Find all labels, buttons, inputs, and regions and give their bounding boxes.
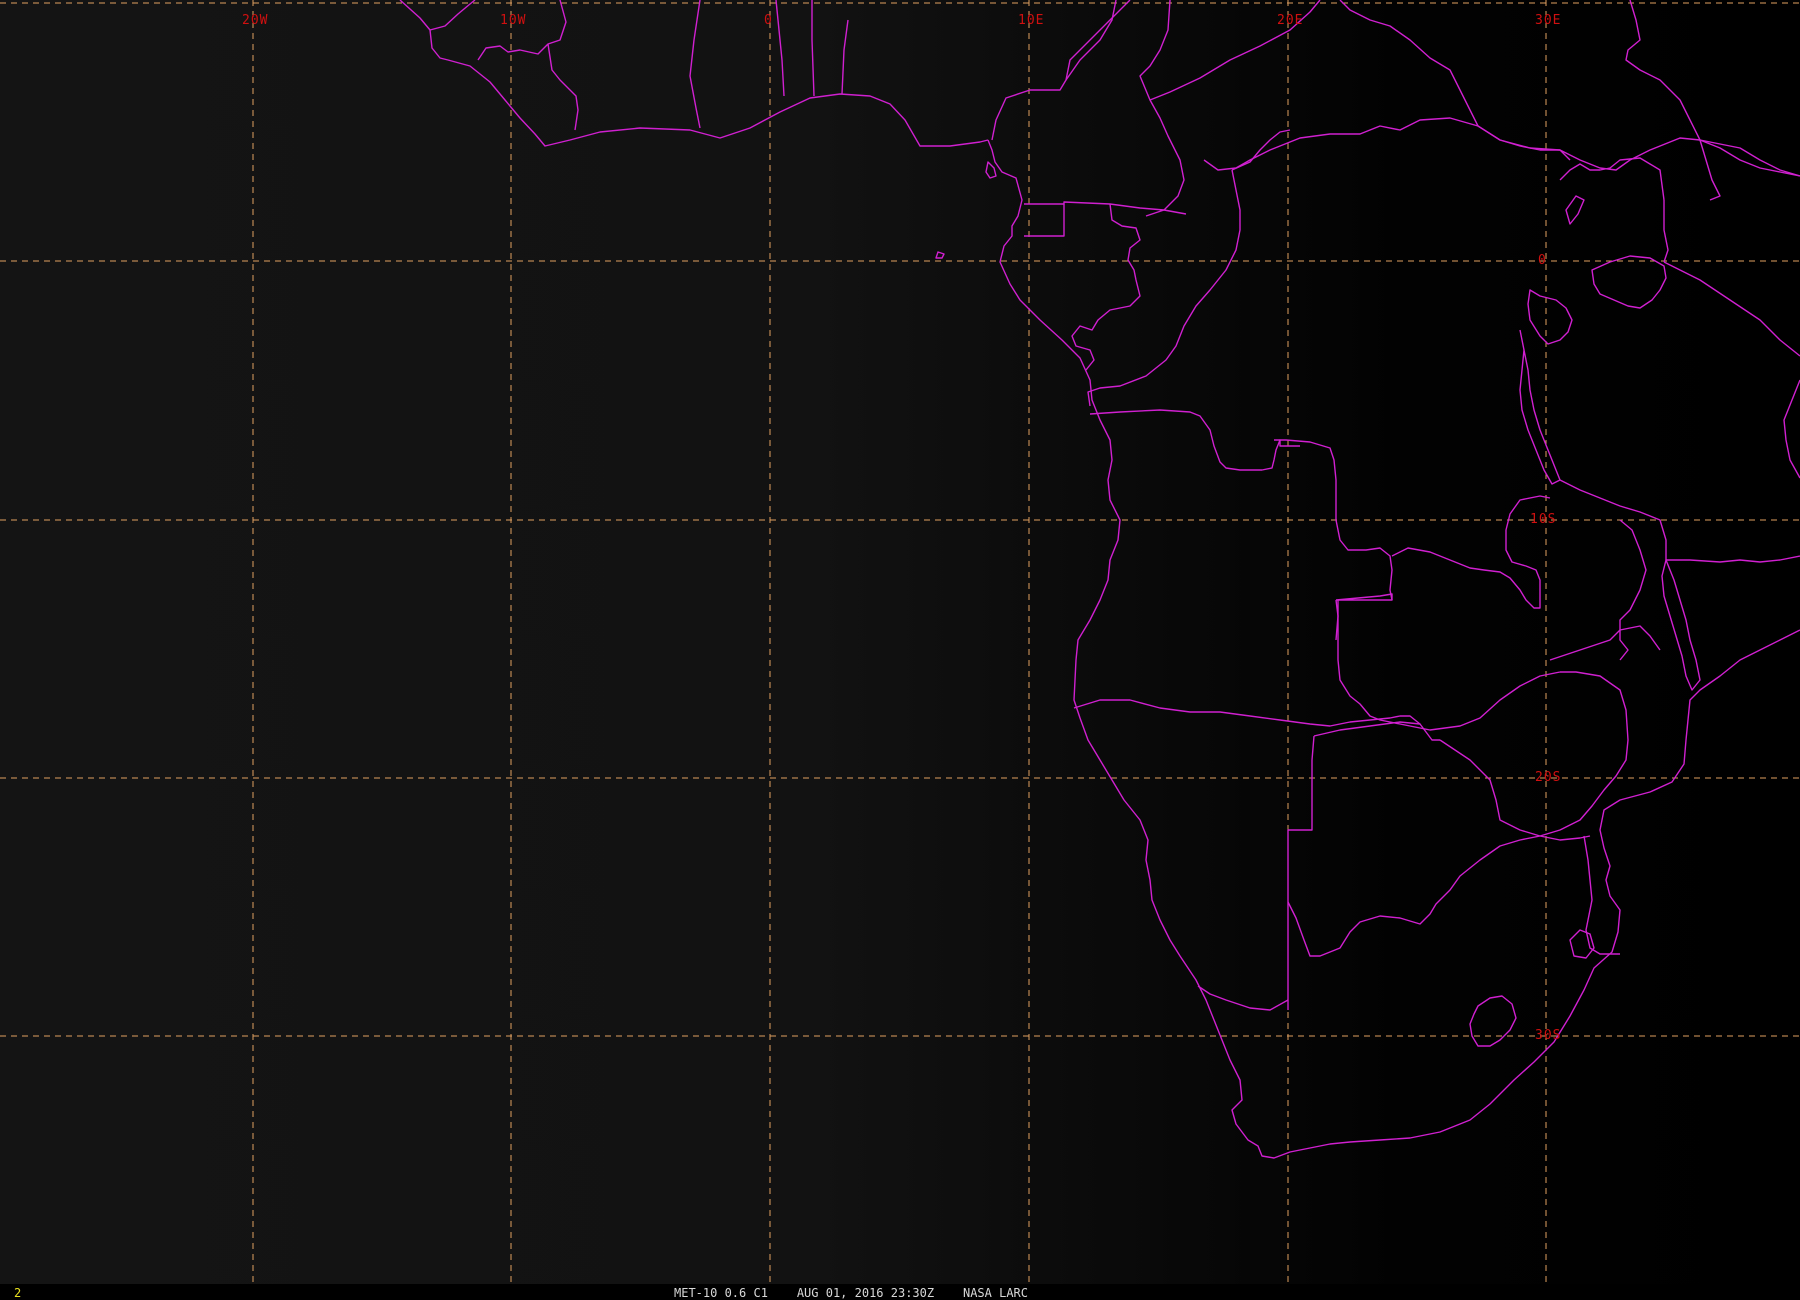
lon-label-10e: 10E xyxy=(1018,13,1044,28)
lat-label-20s: 20S xyxy=(1535,770,1561,785)
satellite-map: 20W 10W 0 10E 20E 30E 0 10S 20S 30S xyxy=(0,0,1800,1284)
lon-label-0: 0 xyxy=(764,13,773,28)
lon-label-20e: 20E xyxy=(1277,13,1303,28)
satellite-imagery xyxy=(0,0,1800,1284)
lat-label-30s: 30S xyxy=(1535,1028,1561,1043)
satellite-image-frame: 20W 10W 0 10E 20E 30E 0 10S 20S 30S 2 ME… xyxy=(0,0,1800,1300)
status-bar: 2 MET-10 0.6 C1 AUG 01, 2016 23:30Z NASA… xyxy=(0,1286,1800,1300)
image-caption: MET-10 0.6 C1 AUG 01, 2016 23:30Z NASA L… xyxy=(674,1286,1029,1300)
lon-label-10w: 10W xyxy=(500,13,526,28)
lat-label-10s: 10S xyxy=(1530,512,1556,527)
lon-label-20w: 20W xyxy=(242,13,268,28)
frame-number: 2 xyxy=(14,1286,22,1300)
lon-label-30e: 30E xyxy=(1535,13,1561,28)
lat-label-0: 0 xyxy=(1538,253,1547,268)
